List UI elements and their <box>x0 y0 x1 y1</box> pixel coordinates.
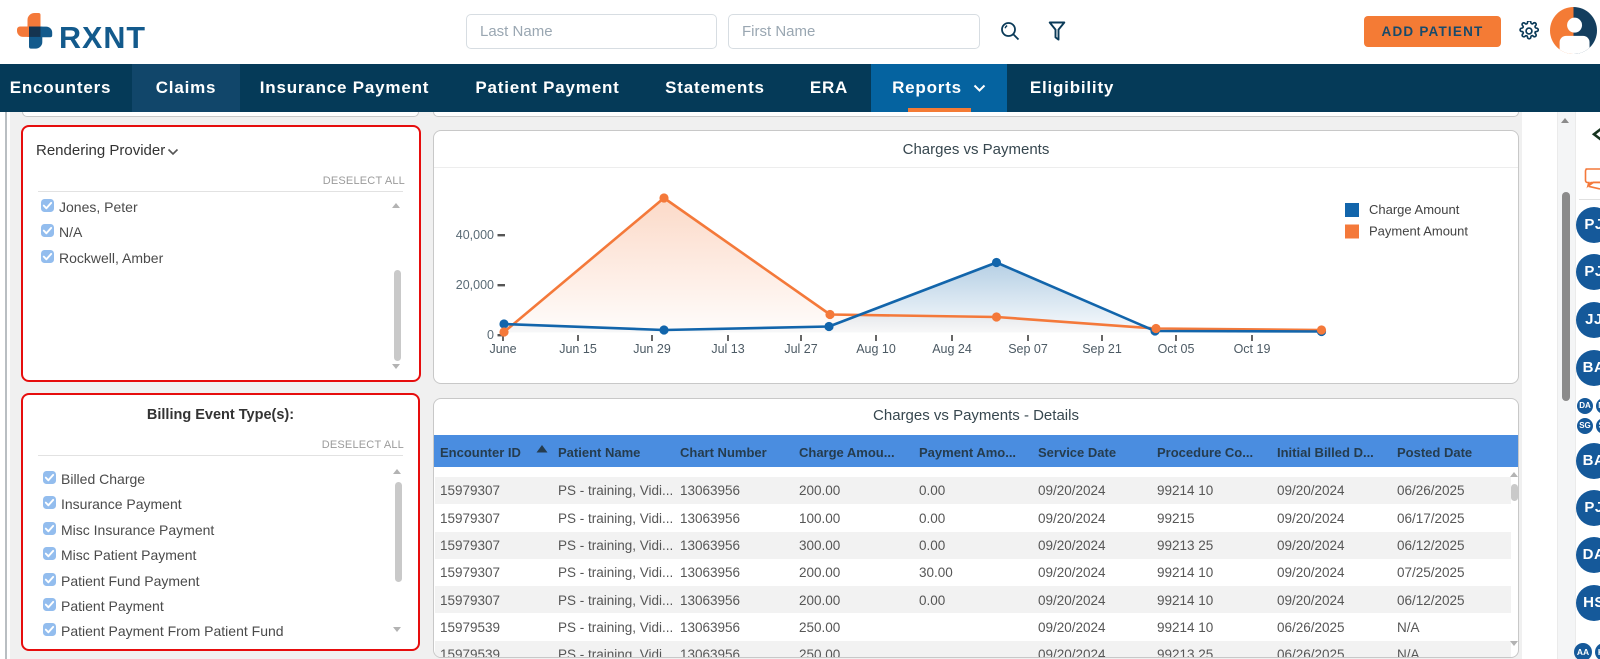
svg-text:Oct 05: Oct 05 <box>1158 342 1195 356</box>
svg-text:Oct 19: Oct 19 <box>1234 342 1271 356</box>
svg-text:Jul 27: Jul 27 <box>784 342 817 356</box>
svg-text:Payment Amount: Payment Amount <box>1369 224 1468 239</box>
svg-text:RXNT: RXNT <box>59 21 146 55</box>
svg-text:Aug 24: Aug 24 <box>932 342 972 356</box>
svg-text:Aug 10: Aug 10 <box>856 342 896 356</box>
svg-text:Sep 21: Sep 21 <box>1082 342 1122 356</box>
svg-text:Jul 13: Jul 13 <box>711 342 744 356</box>
svg-text:June: June <box>489 342 516 356</box>
svg-text:20,000: 20,000 <box>456 278 494 292</box>
svg-text:0: 0 <box>487 328 494 342</box>
svg-text:Sep 07: Sep 07 <box>1008 342 1048 356</box>
svg-text:40,000: 40,000 <box>456 228 494 242</box>
svg-text:Charge Amount: Charge Amount <box>1369 202 1460 217</box>
svg-text:Jun 15: Jun 15 <box>559 342 597 356</box>
svg-text:Jun 29: Jun 29 <box>633 342 671 356</box>
